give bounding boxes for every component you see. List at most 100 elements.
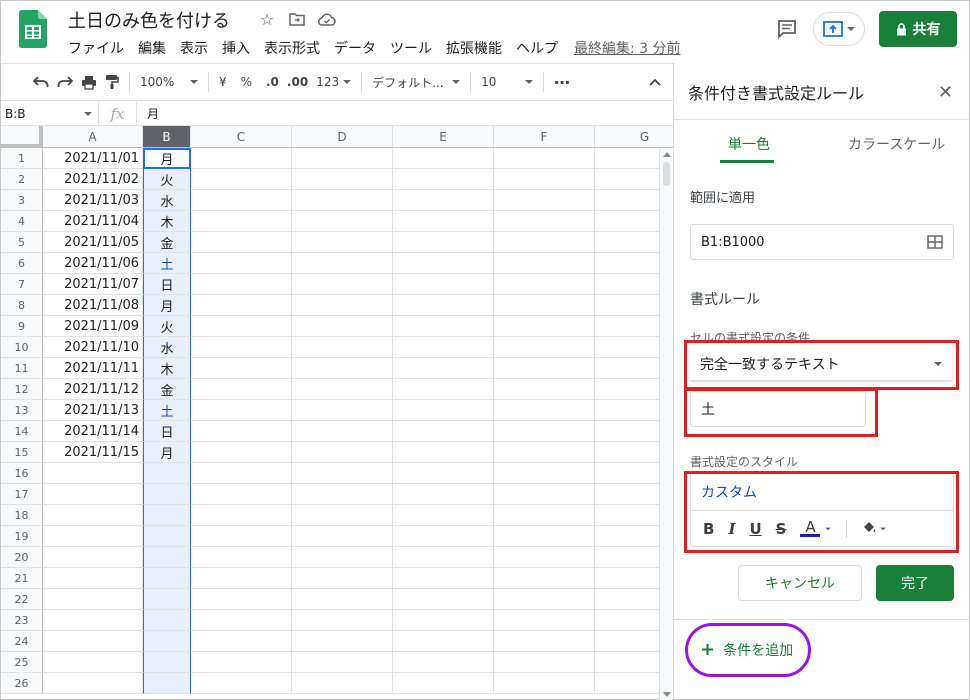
cell-empty[interactable] (393, 190, 494, 211)
scroll-down-icon[interactable] (663, 692, 671, 697)
cell-empty[interactable] (494, 589, 595, 610)
italic-button[interactable]: I (728, 520, 735, 538)
cell-empty[interactable] (494, 526, 595, 547)
cell-empty[interactable] (191, 652, 292, 673)
cell-empty[interactable] (292, 547, 393, 568)
cell-empty[interactable] (494, 547, 595, 568)
cell-date[interactable]: 2021/11/14 (43, 421, 143, 442)
row-header[interactable]: 19 (1, 526, 43, 547)
cell-date[interactable] (43, 652, 143, 673)
cell-date[interactable]: 2021/11/12 (43, 379, 143, 400)
cell-empty[interactable] (494, 211, 595, 232)
column-header-a[interactable]: A (43, 126, 143, 148)
cell-empty[interactable] (191, 547, 292, 568)
cell-empty[interactable] (191, 190, 292, 211)
cell-empty[interactable] (191, 358, 292, 379)
cell-empty[interactable] (393, 631, 494, 652)
cell-empty[interactable] (393, 379, 494, 400)
row-header[interactable]: 14 (1, 421, 43, 442)
cancel-button[interactable]: キャンセル (738, 565, 862, 601)
column-header-c[interactable]: C (191, 126, 292, 148)
cell-empty[interactable] (393, 463, 494, 484)
cell-empty[interactable] (494, 421, 595, 442)
cell-empty[interactable] (292, 253, 393, 274)
cell-empty[interactable] (494, 379, 595, 400)
cell-weekday[interactable] (143, 505, 191, 526)
cell-weekday[interactable]: 水 (143, 190, 191, 211)
cell-empty[interactable] (393, 421, 494, 442)
column-header-g[interactable]: G (595, 126, 673, 148)
column-header-d[interactable]: D (292, 126, 393, 148)
cell-empty[interactable] (191, 421, 292, 442)
cell-empty[interactable] (393, 652, 494, 673)
cell-empty[interactable] (393, 358, 494, 379)
cell-empty[interactable] (191, 442, 292, 463)
cell-empty[interactable] (494, 631, 595, 652)
cell-empty[interactable] (393, 337, 494, 358)
cell-empty[interactable] (393, 274, 494, 295)
cell-empty[interactable] (191, 673, 292, 694)
row-header[interactable]: 23 (1, 610, 43, 631)
select-range-icon[interactable] (927, 235, 943, 249)
row-header[interactable]: 21 (1, 568, 43, 589)
redo-icon[interactable] (53, 69, 77, 95)
cell-empty[interactable] (292, 400, 393, 421)
cell-empty[interactable] (191, 568, 292, 589)
cell-date[interactable] (43, 673, 143, 694)
cell-weekday[interactable] (143, 673, 191, 694)
cell-empty[interactable] (494, 295, 595, 316)
row-header[interactable]: 1 (1, 148, 43, 169)
column-header-b[interactable]: B (143, 126, 191, 148)
cell-empty[interactable] (393, 484, 494, 505)
cell-empty[interactable] (494, 568, 595, 589)
cell-empty[interactable] (292, 652, 393, 673)
cell-weekday[interactable]: 金 (143, 379, 191, 400)
close-icon[interactable]: ✕ (938, 82, 953, 103)
print-icon[interactable] (77, 69, 101, 95)
row-header[interactable]: 6 (1, 253, 43, 274)
cell-weekday[interactable]: 水 (143, 337, 191, 358)
doc-title[interactable]: 土日のみ色を付ける (68, 7, 230, 33)
cell-empty[interactable] (191, 505, 292, 526)
row-header[interactable]: 25 (1, 652, 43, 673)
cell-empty[interactable] (494, 232, 595, 253)
cloud-status-icon[interactable] (317, 9, 337, 29)
cell-empty[interactable] (393, 211, 494, 232)
cell-empty[interactable] (494, 673, 595, 694)
cell-empty[interactable] (191, 295, 292, 316)
cell-empty[interactable] (292, 568, 393, 589)
cell-empty[interactable] (191, 379, 292, 400)
comment-history-icon[interactable] (775, 17, 799, 41)
cell-empty[interactable] (494, 652, 595, 673)
cell-date[interactable] (43, 610, 143, 631)
cell-empty[interactable] (393, 589, 494, 610)
cell-date[interactable]: 2021/11/08 (43, 295, 143, 316)
cell-empty[interactable] (191, 631, 292, 652)
menu-view[interactable]: 表示 (180, 38, 215, 58)
cell-empty[interactable] (292, 295, 393, 316)
cell-empty[interactable] (292, 358, 393, 379)
range-input[interactable]: B1:B1000 (690, 224, 954, 260)
present-button[interactable] (813, 12, 865, 46)
cell-empty[interactable] (191, 169, 292, 190)
cell-empty[interactable] (292, 463, 393, 484)
cell-weekday[interactable]: 月 (143, 442, 191, 463)
cell-empty[interactable] (191, 526, 292, 547)
cell-empty[interactable] (494, 169, 595, 190)
row-header[interactable]: 17 (1, 484, 43, 505)
cell-empty[interactable] (292, 379, 393, 400)
done-button[interactable]: 完了 (876, 565, 954, 601)
cell-empty[interactable] (393, 148, 494, 169)
cell-empty[interactable] (191, 148, 292, 169)
cell-date[interactable] (43, 526, 143, 547)
cell-weekday[interactable]: 火 (143, 316, 191, 337)
name-box[interactable]: B:B (1, 102, 99, 125)
cell-date[interactable]: 2021/11/09 (43, 316, 143, 337)
cell-weekday[interactable] (143, 547, 191, 568)
cell-empty[interactable] (393, 295, 494, 316)
cell-weekday[interactable] (143, 526, 191, 547)
scroll-up-icon[interactable] (663, 152, 671, 157)
select-all-corner[interactable] (1, 126, 43, 148)
cell-weekday[interactable]: 金 (143, 232, 191, 253)
column-header-f[interactable]: F (494, 126, 595, 148)
